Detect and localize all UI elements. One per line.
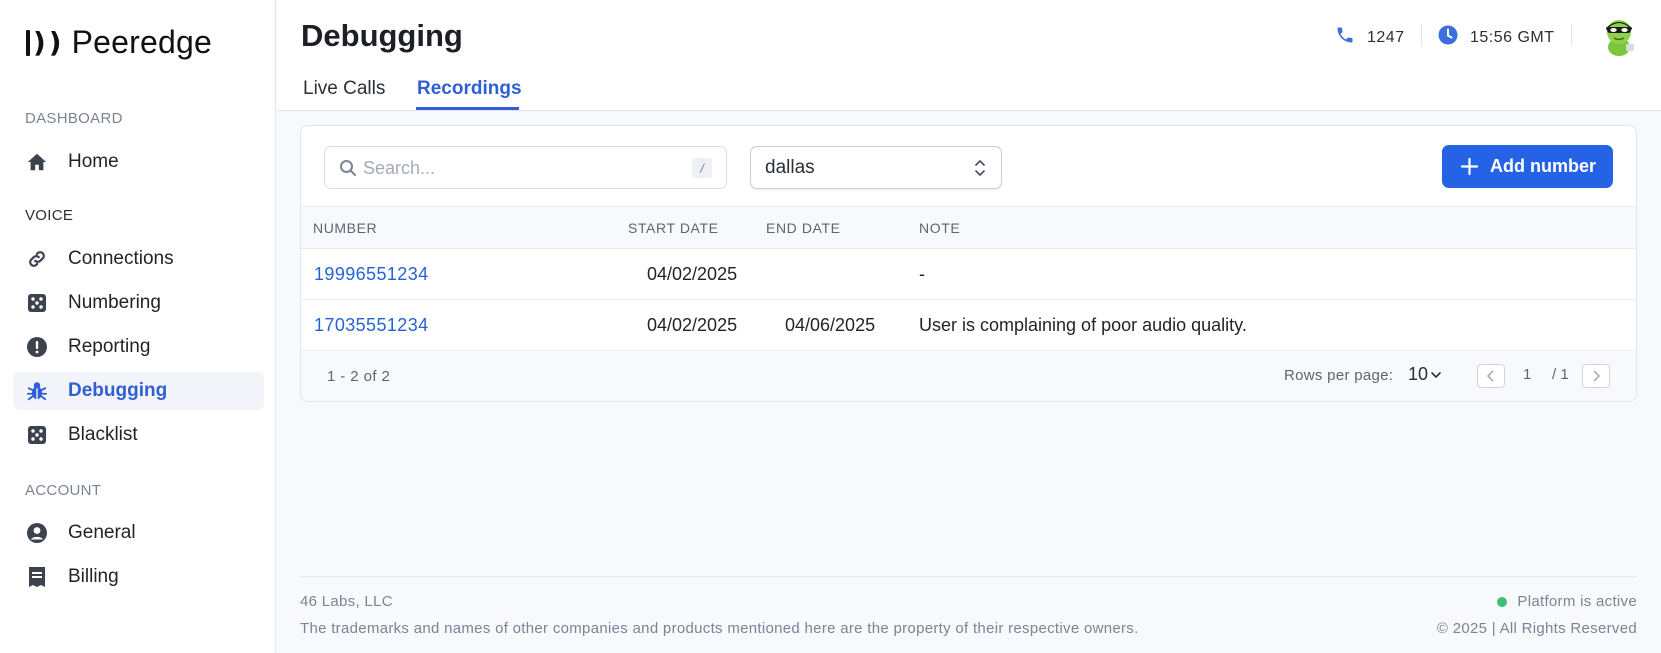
platform-status: Platform is active bbox=[1497, 593, 1637, 610]
platform-status-text: Platform is active bbox=[1517, 593, 1637, 610]
table-header: NUMBER START DATE END DATE NOTE bbox=[301, 206, 1636, 249]
dice-icon bbox=[26, 292, 48, 314]
header: Debugging Live Calls Recordings 1247 15:… bbox=[277, 0, 1661, 111]
results-range: 1 - 2 of 2 bbox=[327, 368, 391, 385]
sidebar-item-billing[interactable]: Billing bbox=[13, 558, 264, 596]
active-tab-indicator bbox=[416, 107, 519, 110]
sidebar-item-general[interactable]: General bbox=[13, 514, 264, 552]
avatar[interactable] bbox=[1597, 14, 1641, 58]
chevron-down-icon bbox=[1431, 371, 1441, 378]
alert-circle-icon bbox=[26, 336, 48, 358]
rows-per-page-value: 10 bbox=[1408, 364, 1429, 384]
tab-recordings[interactable]: Recordings bbox=[417, 78, 522, 100]
recordings-card: / dallas Add number NUMBER START DATE EN… bbox=[300, 125, 1637, 402]
time-text: 15:56 GMT bbox=[1470, 28, 1555, 46]
home-icon bbox=[26, 151, 48, 173]
sidebar-item-label: General bbox=[68, 522, 136, 543]
footer-legal: The trademarks and names of other compan… bbox=[300, 620, 1139, 637]
column-header-note[interactable]: NOTE bbox=[919, 220, 960, 236]
number-link[interactable]: 19996551234 bbox=[314, 264, 429, 285]
sidebar-item-home[interactable]: Home bbox=[13, 143, 264, 181]
footer-divider bbox=[300, 576, 1637, 577]
sidebar-item-reporting[interactable]: Reporting bbox=[13, 328, 264, 366]
sidebar-item-label: Home bbox=[68, 151, 119, 172]
footer-copyright: © 2025 | All Rights Reserved bbox=[1436, 620, 1637, 637]
app-name: Peeredge bbox=[71, 24, 212, 60]
header-divider bbox=[1571, 24, 1572, 46]
server-time: 15:56 GMT bbox=[1438, 25, 1555, 50]
sidebar-item-label: Connections bbox=[68, 248, 174, 269]
table-footer: 1 - 2 of 2 Rows per page: 10 1 / 1 bbox=[301, 352, 1636, 401]
table-row[interactable]: 19996551234 04/02/2025 - bbox=[301, 249, 1636, 300]
add-number-label: Add number bbox=[1490, 156, 1596, 176]
sidebar-item-label: Blacklist bbox=[68, 424, 138, 445]
header-divider bbox=[1421, 24, 1422, 46]
sidebar-item-debugging[interactable]: Debugging bbox=[13, 372, 264, 410]
note-cell: User is complaining of poor audio qualit… bbox=[919, 315, 1247, 335]
rows-per-page-select[interactable]: 10 bbox=[1408, 364, 1442, 385]
region-select-value: dallas bbox=[765, 157, 815, 178]
sidebar-item-label: Reporting bbox=[68, 336, 151, 357]
search-icon bbox=[339, 159, 357, 177]
sidebar-item-numbering[interactable]: Numbering bbox=[13, 284, 264, 322]
page-title: Debugging bbox=[301, 18, 463, 53]
current-page[interactable]: 1 bbox=[1523, 366, 1531, 383]
clock-icon bbox=[1438, 25, 1458, 50]
number-link[interactable]: 17035551234 bbox=[314, 315, 429, 336]
sidebar-item-connections[interactable]: Connections bbox=[13, 240, 264, 278]
sidebar-item-blacklist[interactable]: Blacklist bbox=[13, 416, 264, 454]
end-date-cell: 04/06/2025 bbox=[785, 315, 876, 335]
user-circle-icon bbox=[26, 522, 48, 544]
note-cell: - bbox=[919, 264, 925, 284]
next-page-button[interactable] bbox=[1582, 364, 1610, 388]
table-row[interactable]: 17035551234 04/02/2025 04/06/2025 User i… bbox=[301, 300, 1636, 351]
bug-icon bbox=[26, 380, 48, 402]
chevron-up-down-icon bbox=[973, 157, 987, 179]
chevron-right-icon bbox=[1593, 370, 1600, 382]
rows-per-page-label: Rows per page: bbox=[1284, 367, 1394, 384]
start-date-cell: 04/02/2025 bbox=[647, 315, 738, 335]
section-label-account: ACCOUNT bbox=[25, 482, 102, 499]
sidebar-item-label: Billing bbox=[68, 566, 119, 587]
sidebar: )) Peeredge DASHBOARD Home VOICE Connect… bbox=[0, 0, 276, 653]
link-icon bbox=[26, 248, 48, 270]
section-label-dashboard: DASHBOARD bbox=[25, 110, 123, 127]
logo-mark-icon: )) bbox=[26, 26, 62, 60]
chevron-left-icon bbox=[1487, 370, 1494, 382]
sidebar-item-label: Numbering bbox=[68, 292, 161, 313]
column-header-start-date[interactable]: START DATE bbox=[628, 220, 719, 236]
prev-page-button[interactable] bbox=[1477, 364, 1505, 388]
total-pages: / 1 bbox=[1552, 366, 1569, 383]
search-field[interactable]: / bbox=[324, 146, 727, 189]
search-input[interactable] bbox=[363, 155, 683, 181]
receipt-icon bbox=[26, 566, 48, 588]
status-dot-icon bbox=[1497, 596, 1508, 607]
footer-company: 46 Labs, LLC bbox=[300, 593, 393, 610]
start-date-cell: 04/02/2025 bbox=[647, 264, 738, 284]
section-label-voice: VOICE bbox=[25, 207, 74, 224]
app-logo[interactable]: )) Peeredge bbox=[26, 24, 212, 61]
region-select[interactable]: dallas bbox=[750, 146, 1002, 189]
calls-count-text: 1247 bbox=[1367, 28, 1405, 46]
add-number-button[interactable]: Add number bbox=[1442, 145, 1613, 188]
sidebar-item-label: Debugging bbox=[68, 380, 168, 401]
column-header-number[interactable]: NUMBER bbox=[313, 220, 377, 236]
dice-icon bbox=[26, 424, 48, 446]
live-calls-count: 1247 bbox=[1335, 25, 1405, 50]
tab-live-calls[interactable]: Live Calls bbox=[303, 78, 385, 100]
column-header-end-date[interactable]: END DATE bbox=[766, 220, 841, 236]
plus-icon bbox=[1460, 157, 1479, 176]
search-shortcut-hint: / bbox=[692, 158, 712, 178]
phone-icon bbox=[1335, 25, 1355, 50]
